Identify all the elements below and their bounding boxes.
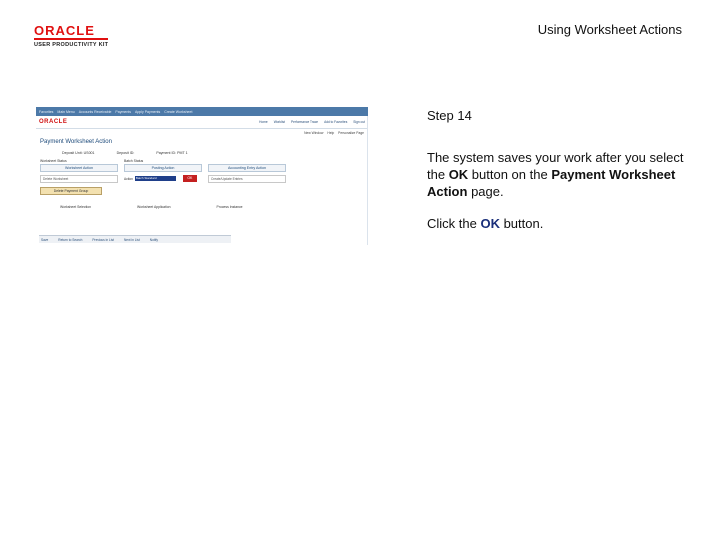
- worksheet-selection-link[interactable]: Worksheet Selection: [60, 205, 91, 209]
- p2-text: button.: [499, 216, 544, 231]
- accounting-entry-field[interactable]: Create/Update Entries: [208, 175, 286, 183]
- app-header: ORACLE Home Worklist Performance Trace A…: [36, 116, 368, 129]
- header-link-worklist[interactable]: Worklist: [274, 120, 285, 124]
- subheader-links: New Window Help Personalize Page: [36, 129, 368, 137]
- p2-text: Click the: [427, 216, 481, 231]
- help-link[interactable]: Help: [327, 131, 334, 135]
- nav-item[interactable]: Payments: [115, 110, 131, 114]
- header-link-performance[interactable]: Performance Trace: [291, 120, 318, 124]
- payment-info: Deposit Unit: US001 Deposit ID: Payment …: [36, 151, 368, 155]
- p1-text: button on the: [468, 167, 552, 182]
- worksheet-action-header: Worksheet Action: [40, 164, 118, 172]
- action-label: Action: [124, 176, 133, 181]
- instruction-paragraph-2: Click the OK button.: [427, 215, 697, 232]
- nav-item[interactable]: Apply Payments: [135, 110, 160, 114]
- worksheet-application-link[interactable]: Worksheet Application: [137, 205, 171, 209]
- notify-button[interactable]: Notify: [150, 238, 158, 242]
- deposit-id: Deposit ID:: [116, 151, 135, 155]
- instruction-paragraph-1: The system saves your work after you sel…: [427, 149, 697, 200]
- worksheet-action-column: Worksheet Status Worksheet Action Delete…: [40, 159, 118, 195]
- action-columns: Worksheet Status Worksheet Action Delete…: [36, 159, 368, 195]
- posting-action-row: Action Batch Standard OK: [124, 175, 202, 182]
- app-oracle-logo: ORACLE: [39, 119, 68, 125]
- nav-item[interactable]: Create Worksheet: [164, 110, 192, 114]
- header-link-home[interactable]: Home: [259, 120, 268, 124]
- instructions-panel: Step 14 The system saves your work after…: [427, 107, 697, 247]
- delete-payment-group-button[interactable]: Delete Payment Group: [40, 187, 102, 195]
- page-title: Payment Worksheet Action: [40, 139, 112, 145]
- payment-id: Payment ID: PMT 1: [156, 151, 188, 155]
- deposit-unit: Deposit Unit: US001: [62, 151, 95, 155]
- posting-action-column: Batch Status Posting Action Action Batch…: [124, 159, 202, 195]
- divider: [367, 116, 368, 245]
- p1-ok: OK: [448, 167, 469, 182]
- nav-item[interactable]: Accounts Receivable: [79, 110, 112, 114]
- breadcrumb-nav: Favorites Main Menu Accounts Receivable …: [36, 107, 368, 116]
- previous-in-list-button[interactable]: Previous in List: [92, 238, 114, 242]
- header-links: Home Worklist Performance Trace Add to F…: [259, 120, 368, 124]
- process-instance-label: Process Instance: [216, 205, 243, 209]
- nav-item[interactable]: Main Menu: [57, 110, 74, 114]
- accounting-entry-column: Accounting Entry Action Create/Update En…: [208, 159, 286, 195]
- next-in-list-button[interactable]: Next in List: [124, 238, 140, 242]
- header-link-favorites[interactable]: Add to Favorites: [324, 120, 347, 124]
- logo-brand: ORACLE: [34, 23, 95, 38]
- posting-action-header: Posting Action: [124, 164, 202, 172]
- nav-item[interactable]: Favorites: [39, 110, 53, 114]
- p2-ok: OK: [480, 216, 500, 231]
- return-to-search-button[interactable]: Return to Search: [58, 238, 82, 242]
- logo-rule: [34, 38, 108, 40]
- accounting-entry-header: Accounting Entry Action: [208, 164, 286, 172]
- step-label: Step 14: [427, 108, 472, 123]
- logo-subtitle: USER PRODUCTIVITY KIT: [34, 42, 109, 48]
- p1-text: page.: [467, 184, 504, 199]
- application-screenshot: Favorites Main Menu Accounts Receivable …: [36, 107, 368, 245]
- save-button[interactable]: Save: [41, 238, 48, 242]
- slide-title: Using Worksheet Actions: [537, 22, 682, 37]
- oracle-upk-logo: ORACLE USER PRODUCTIVITY KIT: [34, 23, 124, 48]
- lower-links: Worksheet Selection Worksheet Applicatio…: [36, 205, 368, 209]
- worksheet-action-field[interactable]: Delete Worksheet: [40, 175, 118, 183]
- new-window-link[interactable]: New Window: [304, 131, 323, 135]
- action-select[interactable]: Batch Standard: [134, 176, 176, 181]
- page-footer-toolbar: Save Return to Search Previous in List N…: [39, 235, 231, 243]
- ok-button[interactable]: OK: [182, 175, 197, 182]
- header-link-signout[interactable]: Sign out: [353, 120, 365, 124]
- personalize-link[interactable]: Personalize Page: [338, 131, 364, 135]
